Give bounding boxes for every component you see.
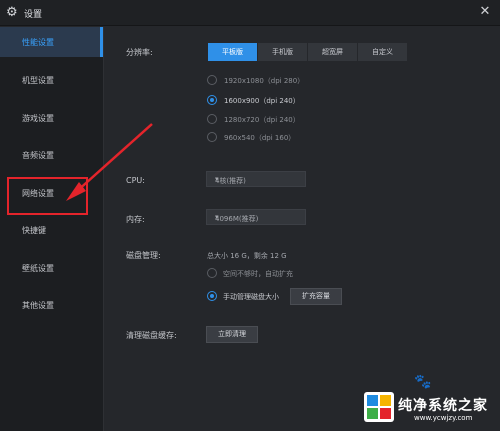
- paw-icon: 🐾: [414, 374, 432, 390]
- watermark-name: 纯净系统之家: [398, 398, 488, 414]
- annotation-highlight-box: [7, 177, 88, 215]
- watermark-url: www.ycwjzy.com: [414, 414, 473, 422]
- logo-icon: [364, 392, 394, 422]
- annotation-arrow: [66, 123, 153, 201]
